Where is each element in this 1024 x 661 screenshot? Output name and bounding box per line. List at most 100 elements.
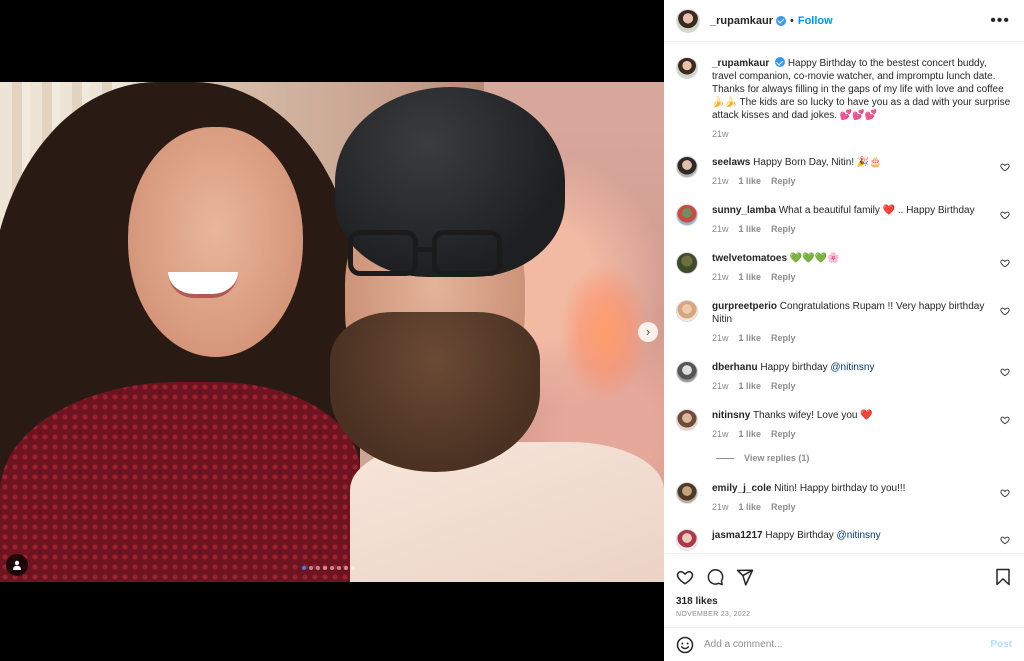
comment-time[interactable]: 21w — [712, 380, 729, 393]
verified-badge-icon — [775, 57, 786, 67]
reply-button[interactable]: Reply — [771, 428, 796, 441]
action-bar — [664, 554, 1024, 590]
carousel-dot — [309, 566, 313, 570]
avatar[interactable] — [676, 300, 698, 322]
reply-button[interactable]: Reply — [771, 175, 796, 188]
avatar[interactable] — [676, 252, 698, 274]
comment-likes[interactable]: 1 like — [739, 271, 762, 284]
caption-time[interactable]: 21w — [712, 128, 729, 141]
post-media: › — [0, 0, 664, 661]
comment-likes[interactable]: 1 like — [739, 175, 762, 188]
comment-likes[interactable]: 1 like — [739, 223, 762, 236]
comment-input[interactable] — [704, 639, 991, 650]
avatar[interactable] — [676, 156, 698, 178]
carousel-dot — [337, 566, 341, 570]
comment-time[interactable]: 21w — [712, 332, 729, 345]
heart-icon[interactable] — [1000, 367, 1010, 377]
comment-icon[interactable] — [706, 568, 724, 586]
heart-icon[interactable] — [1000, 306, 1010, 316]
share-icon[interactable] — [736, 568, 754, 586]
emoji-icon[interactable] — [676, 636, 694, 654]
comment-text: Happy Birthday — [765, 530, 837, 541]
post-actions: 318 likes NOVEMBER 23, 2022 Post — [664, 553, 1024, 661]
carousel-dot — [323, 566, 327, 570]
comment-time[interactable]: 21w — [712, 271, 729, 284]
comment-likes[interactable]: 1 like — [739, 380, 762, 393]
photo-woman-face — [128, 127, 303, 357]
comment-mention[interactable]: @nitinsny — [830, 362, 874, 373]
photo-man-beard — [330, 312, 540, 472]
heart-icon[interactable] — [1000, 258, 1010, 268]
comment-username[interactable]: dberhanu — [712, 362, 758, 373]
view-replies-button[interactable]: View replies (1) — [716, 453, 809, 463]
comment-username[interactable]: seelaws — [712, 157, 750, 168]
comment-likes[interactable]: 1 like — [739, 428, 762, 441]
carousel-dot — [316, 566, 320, 570]
comment-likes[interactable]: 1 like — [739, 332, 762, 345]
likes-count[interactable]: 318 likes — [664, 590, 1024, 607]
user-icon — [13, 560, 21, 570]
heart-icon[interactable] — [1000, 162, 1010, 172]
comment-username[interactable]: emily_j_cole — [712, 483, 771, 494]
author-username[interactable]: _rupamkaur — [710, 15, 773, 27]
comment-item: dberhanu Happy birthday @nitinsny 21w 1 … — [676, 361, 1016, 393]
heart-icon[interactable] — [1000, 415, 1010, 425]
comment-username[interactable]: nitinsny — [712, 410, 750, 421]
comment-item: nitinsny Thanks wifey! Love you ❤️ 21w 1… — [676, 409, 1016, 441]
bookmark-icon[interactable] — [994, 568, 1012, 586]
heart-icon[interactable] — [676, 568, 694, 586]
carousel-dot — [302, 566, 306, 570]
photo-glasses-left — [348, 230, 418, 276]
post-photo[interactable] — [0, 82, 664, 582]
carousel-dot — [344, 566, 348, 570]
comments-list[interactable]: _rupamkaur Happy Birthday to the bestest… — [664, 43, 1024, 553]
comment-time[interactable]: 21w — [712, 501, 729, 514]
comment-time[interactable]: 21w — [712, 223, 729, 236]
comment-item: sunny_lamba What a beautiful family ❤️ .… — [676, 204, 1016, 236]
verified-badge-icon — [775, 15, 786, 26]
heart-icon[interactable] — [1000, 210, 1010, 220]
comment-text: Happy Born Day, Nitin! 🎉🎂 — [753, 157, 882, 168]
avatar[interactable] — [676, 204, 698, 226]
reply-button[interactable]: Reply — [771, 271, 796, 284]
reply-button[interactable]: Reply — [771, 501, 796, 514]
avatar[interactable] — [676, 409, 698, 431]
comment-item: twelvetomatoes 💚💚💚🌸 21w 1 like Reply — [676, 252, 1016, 284]
reply-button[interactable]: Reply — [771, 380, 796, 393]
avatar[interactable] — [676, 529, 698, 551]
photo-glasses-bridge — [416, 247, 434, 252]
heart-icon[interactable] — [1000, 488, 1010, 498]
more-options-icon[interactable]: ••• — [990, 12, 1010, 29]
heart-icon[interactable] — [1000, 535, 1010, 545]
photo-light — [560, 262, 650, 402]
comment-username[interactable]: gurpreetperio — [712, 301, 777, 312]
post-header: _rupamkaur • Follow ••• — [664, 0, 1024, 42]
comment-item: seelaws Happy Born Day, Nitin! 🎉🎂 21w 1 … — [676, 156, 1016, 188]
avatar[interactable] — [676, 57, 698, 79]
post-side-panel: _rupamkaur • Follow ••• _rupamkaur Happy… — [664, 0, 1024, 661]
comment-username[interactable]: sunny_lamba — [712, 205, 776, 216]
comment-username[interactable]: twelvetomatoes — [712, 253, 787, 264]
add-comment-bar: Post — [664, 627, 1024, 661]
avatar[interactable] — [676, 8, 700, 33]
comment-likes[interactable]: 1 like — [739, 501, 762, 514]
post-comment-button[interactable]: Post — [990, 639, 1012, 650]
chevron-right-icon: › — [645, 324, 651, 339]
avatar[interactable] — [676, 482, 698, 504]
avatar[interactable] — [676, 361, 698, 383]
comment-text: Happy birthday — [760, 362, 831, 373]
comment-item: gurpreetperio Congratulations Rupam !! V… — [676, 300, 1016, 345]
comment-time[interactable]: 21w — [712, 428, 729, 441]
post-date: NOVEMBER 23, 2022 — [676, 611, 751, 618]
photo-glasses-right — [432, 230, 502, 276]
carousel-next-button[interactable]: › — [638, 322, 658, 342]
view-replies-label: View replies (1) — [744, 453, 810, 463]
reply-button[interactable]: Reply — [771, 332, 796, 345]
follow-button[interactable]: Follow — [798, 15, 833, 27]
caption-username[interactable]: _rupamkaur — [712, 58, 769, 69]
reply-button[interactable]: Reply — [771, 223, 796, 236]
comment-time[interactable]: 21w — [712, 175, 729, 188]
tagged-users-button[interactable] — [6, 554, 28, 576]
comment-username[interactable]: jasma1217 — [712, 530, 763, 541]
comment-mention[interactable]: @nitinsny — [837, 530, 881, 541]
